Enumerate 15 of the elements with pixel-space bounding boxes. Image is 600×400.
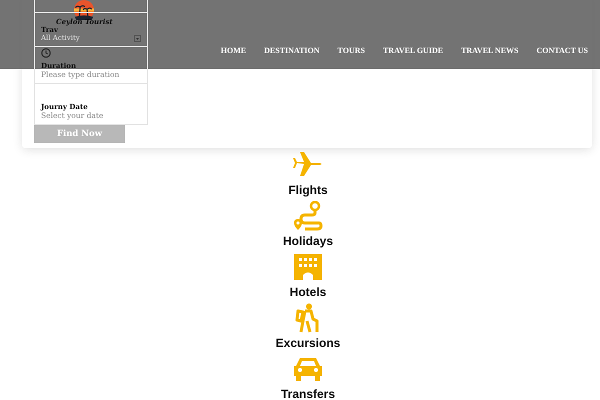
clock-icon bbox=[41, 48, 51, 58]
service-label[interactable]: Holidays bbox=[282, 234, 333, 248]
nav-link[interactable]: TRAVEL GUIDE bbox=[374, 46, 452, 55]
route-icon bbox=[292, 201, 323, 231]
service-label[interactable]: Transfers bbox=[280, 387, 336, 400]
service-label[interactable]: Excursions bbox=[276, 336, 340, 350]
nav-link[interactable]: DESTINATION bbox=[255, 46, 329, 55]
service-label[interactable]: Hotels bbox=[290, 285, 326, 299]
building-icon bbox=[293, 252, 323, 282]
nav-link[interactable]: HOME bbox=[212, 46, 256, 55]
nav-link[interactable]: CONTACT US bbox=[528, 46, 597, 55]
service-label[interactable]: Flights bbox=[288, 183, 328, 197]
dropdown-arrow-icon bbox=[134, 34, 141, 42]
nav-link[interactable]: TOURS bbox=[328, 46, 374, 55]
nav-link[interactable]: TRAVEL NEWS bbox=[452, 46, 528, 55]
